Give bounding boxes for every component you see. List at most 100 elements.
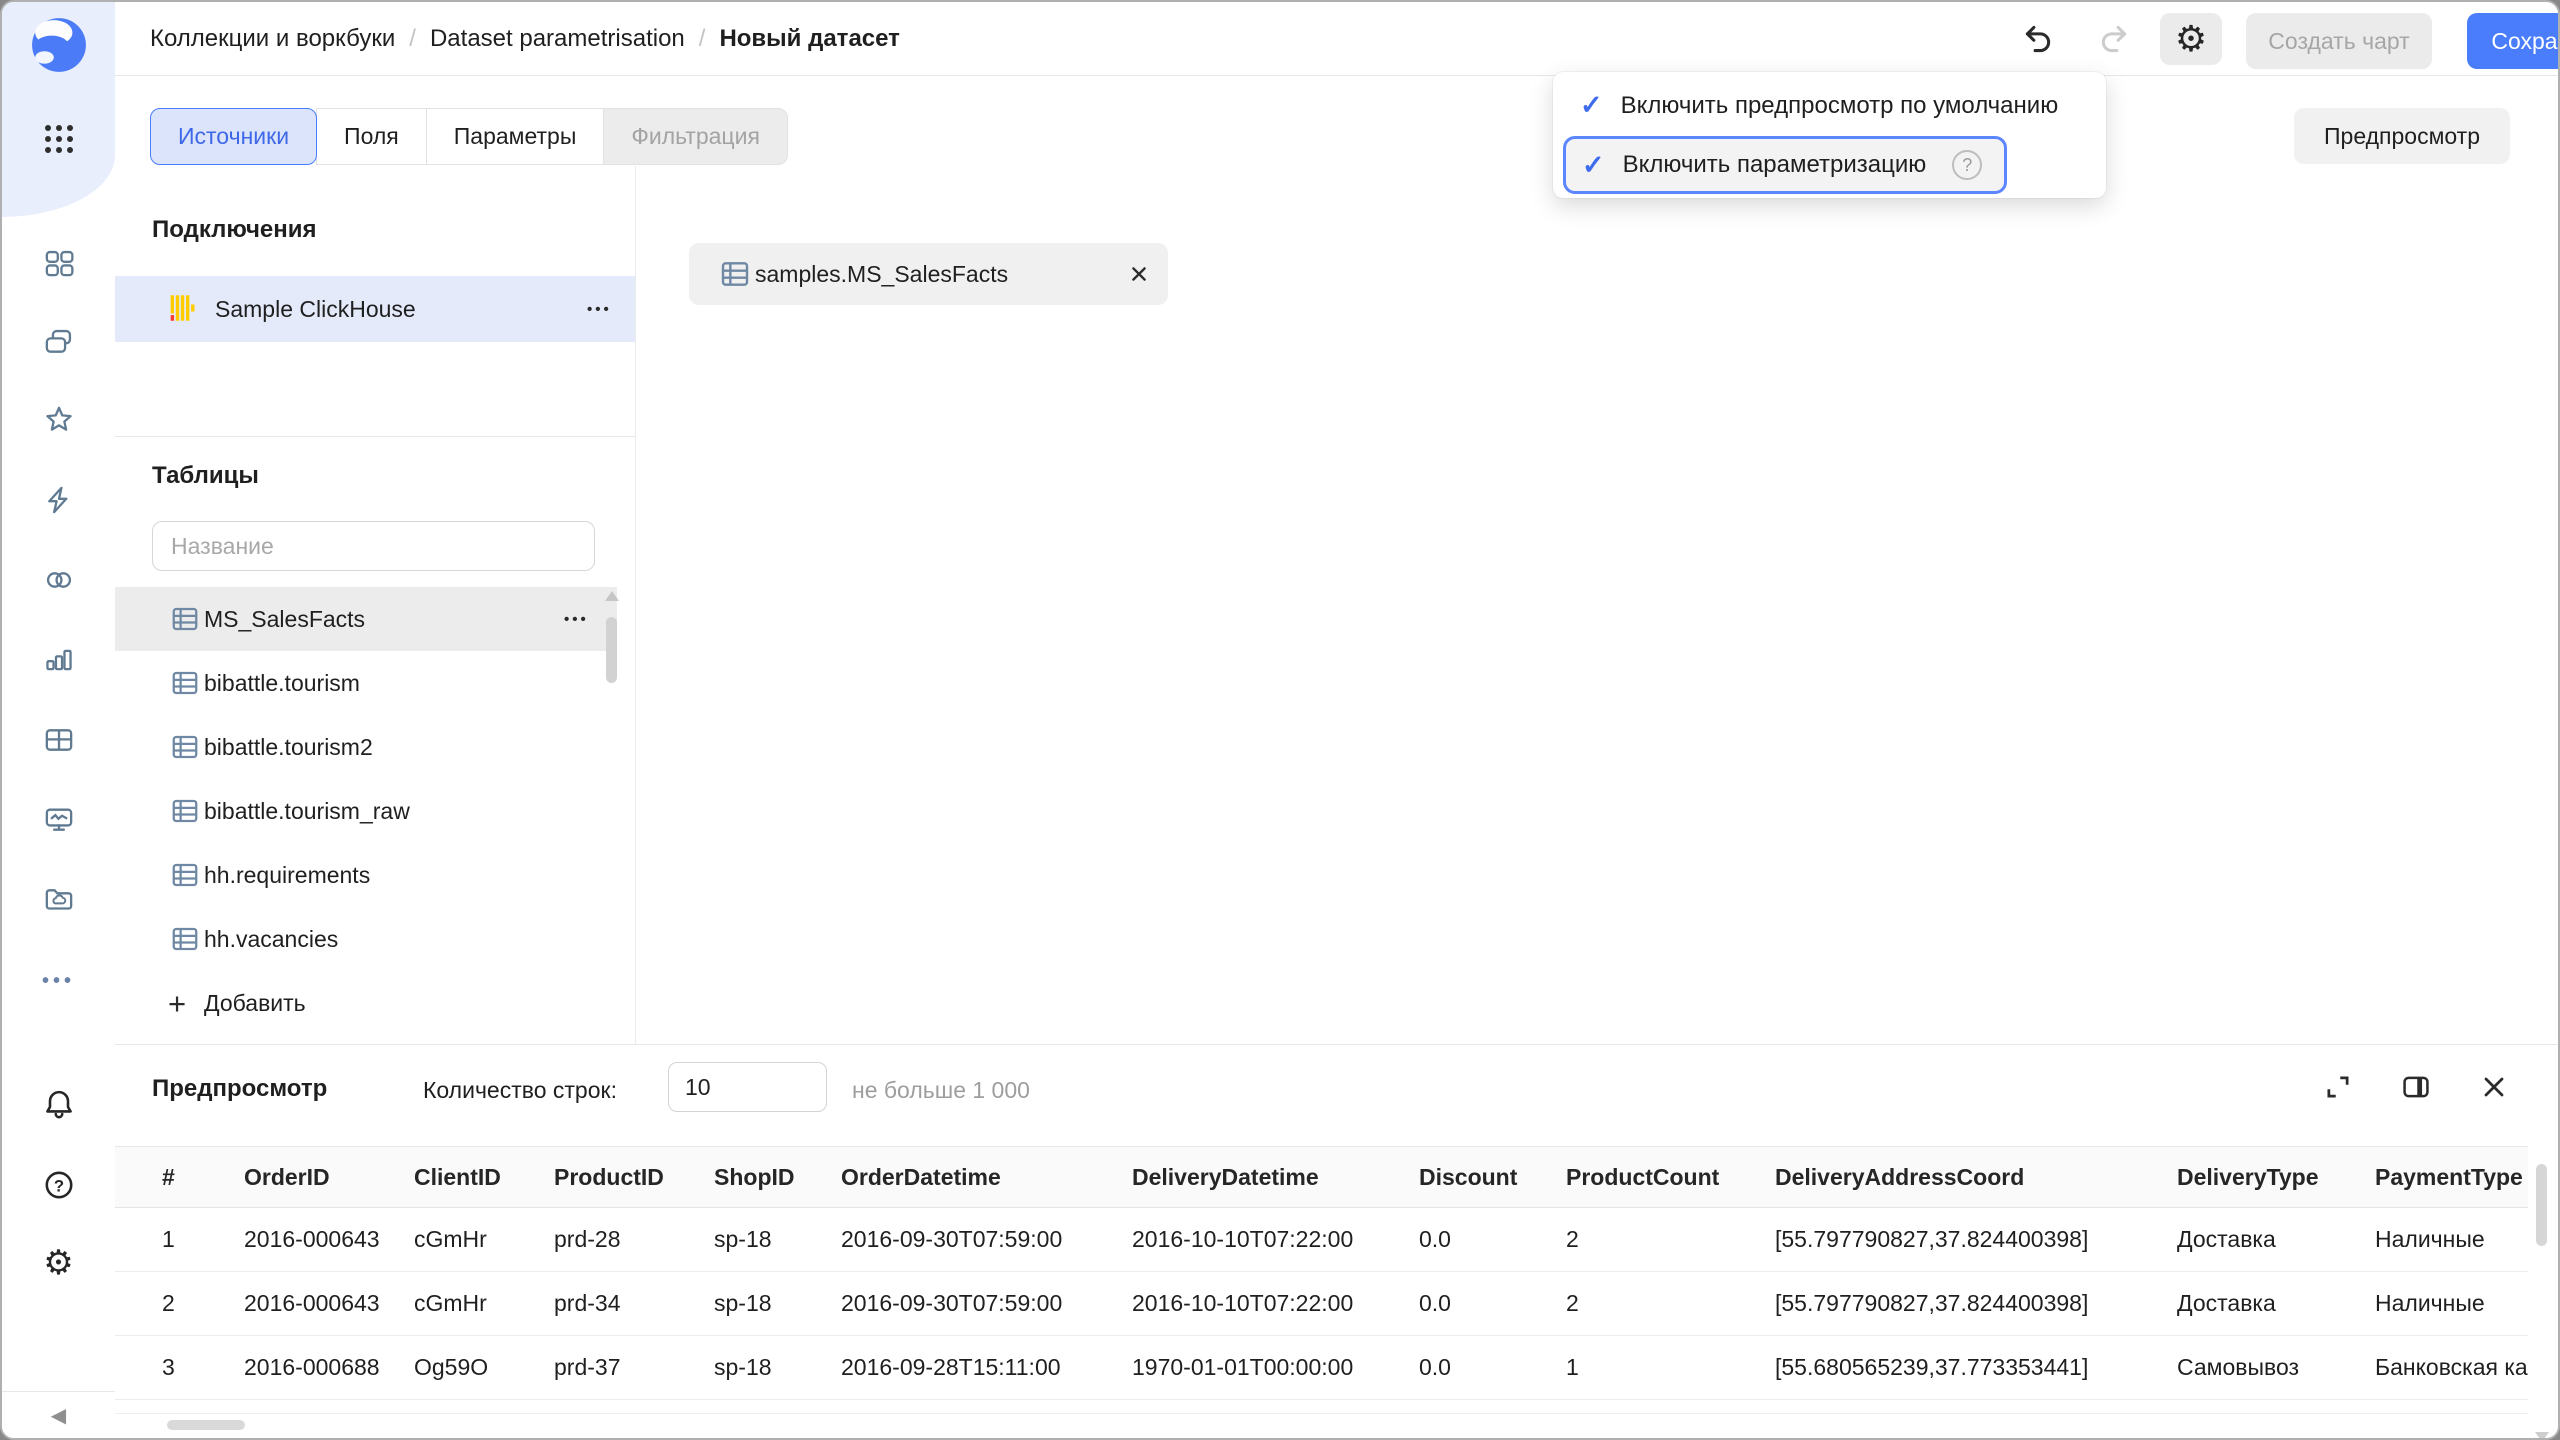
cell: [55.797790827,37.824400398] bbox=[1775, 1208, 2088, 1271]
column-header: Discount bbox=[1419, 1147, 1517, 1207]
connection-row-sample-clickhouse[interactable]: Sample ClickHouse ••• bbox=[115, 276, 635, 342]
collapse-rail-button[interactable]: ◀ bbox=[2, 1391, 115, 1438]
table-row: 2 2016-000643 cGmHr prd-34 sp-18 2016-09… bbox=[115, 1272, 2528, 1336]
panel-divider bbox=[635, 166, 636, 1044]
preview-horizontal-scrollbar[interactable] bbox=[115, 1413, 2528, 1436]
menu-item-label: Включить предпросмотр по умолчанию bbox=[1621, 92, 2059, 120]
save-button[interactable]: Сохранить bbox=[2467, 13, 2560, 69]
breadcrumb-current: Новый датасет bbox=[719, 25, 899, 53]
expand-preview-button[interactable] bbox=[2318, 1067, 2358, 1107]
table-search-input[interactable] bbox=[152, 521, 595, 571]
scroll-up-arrow-icon[interactable] bbox=[605, 591, 619, 601]
create-chart-button[interactable]: Создать чарт bbox=[2246, 13, 2432, 69]
table-name: bibattle.tourism bbox=[204, 670, 360, 697]
cell: 2 bbox=[162, 1272, 175, 1335]
cell: Наличные bbox=[2375, 1208, 2485, 1271]
apps-grid-icon[interactable] bbox=[2, 119, 115, 159]
cell: [55.680565239,37.773353441] bbox=[1775, 1336, 2088, 1399]
cell: sp-18 bbox=[714, 1272, 772, 1335]
cell: 3 bbox=[162, 1336, 175, 1399]
add-table-button[interactable]: + Добавить bbox=[115, 971, 617, 1035]
table-row[interactable]: bibattle.tourism2 bbox=[115, 715, 617, 779]
tab-parameters[interactable]: Параметры bbox=[426, 108, 605, 165]
more-ellipsis-icon[interactable]: ••• bbox=[2, 964, 115, 998]
column-header: DeliveryType bbox=[2177, 1147, 2318, 1207]
table-row-ms-salesfacts[interactable]: MS_SalesFacts ••• bbox=[115, 587, 617, 651]
datasets-circles-icon[interactable] bbox=[2, 562, 115, 598]
tables-icon[interactable] bbox=[2, 722, 115, 758]
cell: 2 bbox=[1566, 1208, 1579, 1271]
row-count-label: Количество строк: bbox=[423, 1077, 617, 1104]
dashboards-monitor-icon[interactable] bbox=[2, 802, 115, 838]
table-row[interactable]: bibattle.tourism bbox=[115, 651, 617, 715]
charts-icon[interactable] bbox=[2, 642, 115, 678]
cell: sp-18 bbox=[714, 1208, 772, 1271]
cell: cGmHr bbox=[414, 1208, 487, 1271]
table-icon bbox=[170, 732, 200, 762]
left-rail: ••• ? ⚙ ◀ bbox=[2, 2, 116, 1438]
remove-source-button[interactable] bbox=[1126, 261, 1152, 287]
table-row[interactable]: bibattle.tourism_raw bbox=[115, 779, 617, 843]
cell: prd-34 bbox=[554, 1272, 620, 1335]
storage-folder-icon[interactable] bbox=[2, 882, 115, 918]
tab-fields[interactable]: Поля bbox=[316, 108, 427, 165]
favorites-star-icon[interactable] bbox=[2, 402, 115, 438]
collections-icon[interactable] bbox=[2, 324, 115, 360]
column-header: DeliveryDatetime bbox=[1132, 1147, 1319, 1207]
row-count-input[interactable] bbox=[668, 1062, 827, 1112]
column-header: OrderDatetime bbox=[841, 1147, 1001, 1207]
table-more-button[interactable]: ••• bbox=[564, 611, 589, 628]
notifications-bell-icon[interactable] bbox=[2, 1086, 115, 1124]
preview-table: # OrderID ClientID ProductID ShopID Orde… bbox=[115, 1146, 2528, 1439]
table-icon bbox=[170, 924, 200, 954]
connections-title: Подключения bbox=[152, 216, 317, 244]
cell: Банковская карта bbox=[2375, 1336, 2528, 1399]
scrollbar-thumb[interactable] bbox=[167, 1420, 245, 1430]
services-grid-icon[interactable] bbox=[2, 245, 115, 281]
tab-sources[interactable]: Источники bbox=[150, 108, 317, 165]
redo-button[interactable] bbox=[2087, 13, 2139, 65]
scrollbar-thumb[interactable] bbox=[606, 617, 617, 683]
cell: 2016-09-28T15:11:00 bbox=[841, 1336, 1061, 1399]
preview-panel: Предпросмотр Количество строк: не больше… bbox=[115, 1044, 2558, 1438]
tab-filtering[interactable]: Фильтрация bbox=[603, 108, 788, 165]
cell: Наличные bbox=[2375, 1272, 2485, 1335]
app-window: ••• ? ⚙ ◀ Коллекции и воркбуки / Dataset… bbox=[0, 0, 2560, 1440]
preview-panel-actions bbox=[2318, 1061, 2514, 1113]
breadcrumb-separator: / bbox=[409, 25, 416, 53]
cell: 0.0 bbox=[1419, 1272, 1451, 1335]
source-chip-label: samples.MS_SalesFacts bbox=[755, 243, 1008, 305]
menu-item-parametrisation[interactable]: ✓ Включить параметризацию ? bbox=[1563, 136, 2007, 194]
datalens-logo-icon[interactable] bbox=[2, 14, 115, 76]
settings-gear-icon[interactable]: ⚙ bbox=[2, 1244, 115, 1282]
column-header: ClientID bbox=[414, 1147, 501, 1207]
column-header: DeliveryAddressCoord bbox=[1775, 1147, 2024, 1207]
cell: 1970-01-01T00:00:00 bbox=[1132, 1336, 1353, 1399]
help-icon[interactable]: ? bbox=[2, 1166, 115, 1204]
table-row[interactable]: hh.requirements bbox=[115, 843, 617, 907]
scroll-down-arrow-icon[interactable] bbox=[2535, 1432, 2549, 1440]
connection-more-button[interactable]: ••• bbox=[587, 301, 612, 318]
scrollbar-thumb[interactable] bbox=[2536, 1164, 2547, 1246]
connections-lightning-icon[interactable] bbox=[2, 482, 115, 518]
cell: cGmHr bbox=[414, 1272, 487, 1335]
table-icon bbox=[170, 860, 200, 890]
cell: 2016-10-10T07:22:00 bbox=[1132, 1208, 1353, 1271]
undo-button[interactable] bbox=[2013, 13, 2065, 65]
cell: 2016-000688 bbox=[244, 1336, 380, 1399]
breadcrumb-collections[interactable]: Коллекции и воркбуки bbox=[150, 25, 395, 53]
column-header: ProductCount bbox=[1566, 1147, 1719, 1207]
cell: prd-37 bbox=[554, 1336, 620, 1399]
close-preview-button[interactable] bbox=[2474, 1067, 2514, 1107]
source-chip-samples-ms-salesfacts[interactable]: samples.MS_SalesFacts bbox=[689, 243, 1168, 305]
table-row[interactable]: hh.vacancies bbox=[115, 907, 617, 971]
menu-item-default-preview[interactable]: ✓ Включить предпросмотр по умолчанию bbox=[1553, 77, 2106, 134]
preview-vertical-scrollbar[interactable] bbox=[2534, 1148, 2550, 1440]
dataset-settings-gear-button[interactable]: ⚙ bbox=[2160, 13, 2222, 65]
column-header: ShopID bbox=[714, 1147, 795, 1207]
preview-toggle-button[interactable]: Предпросмотр bbox=[2294, 108, 2510, 164]
help-question-icon[interactable]: ? bbox=[1952, 150, 1982, 180]
dock-right-preview-button[interactable] bbox=[2396, 1067, 2436, 1107]
preview-table-header: # OrderID ClientID ProductID ShopID Orde… bbox=[115, 1146, 2528, 1208]
breadcrumb-workbook[interactable]: Dataset parametrisation bbox=[430, 25, 685, 53]
